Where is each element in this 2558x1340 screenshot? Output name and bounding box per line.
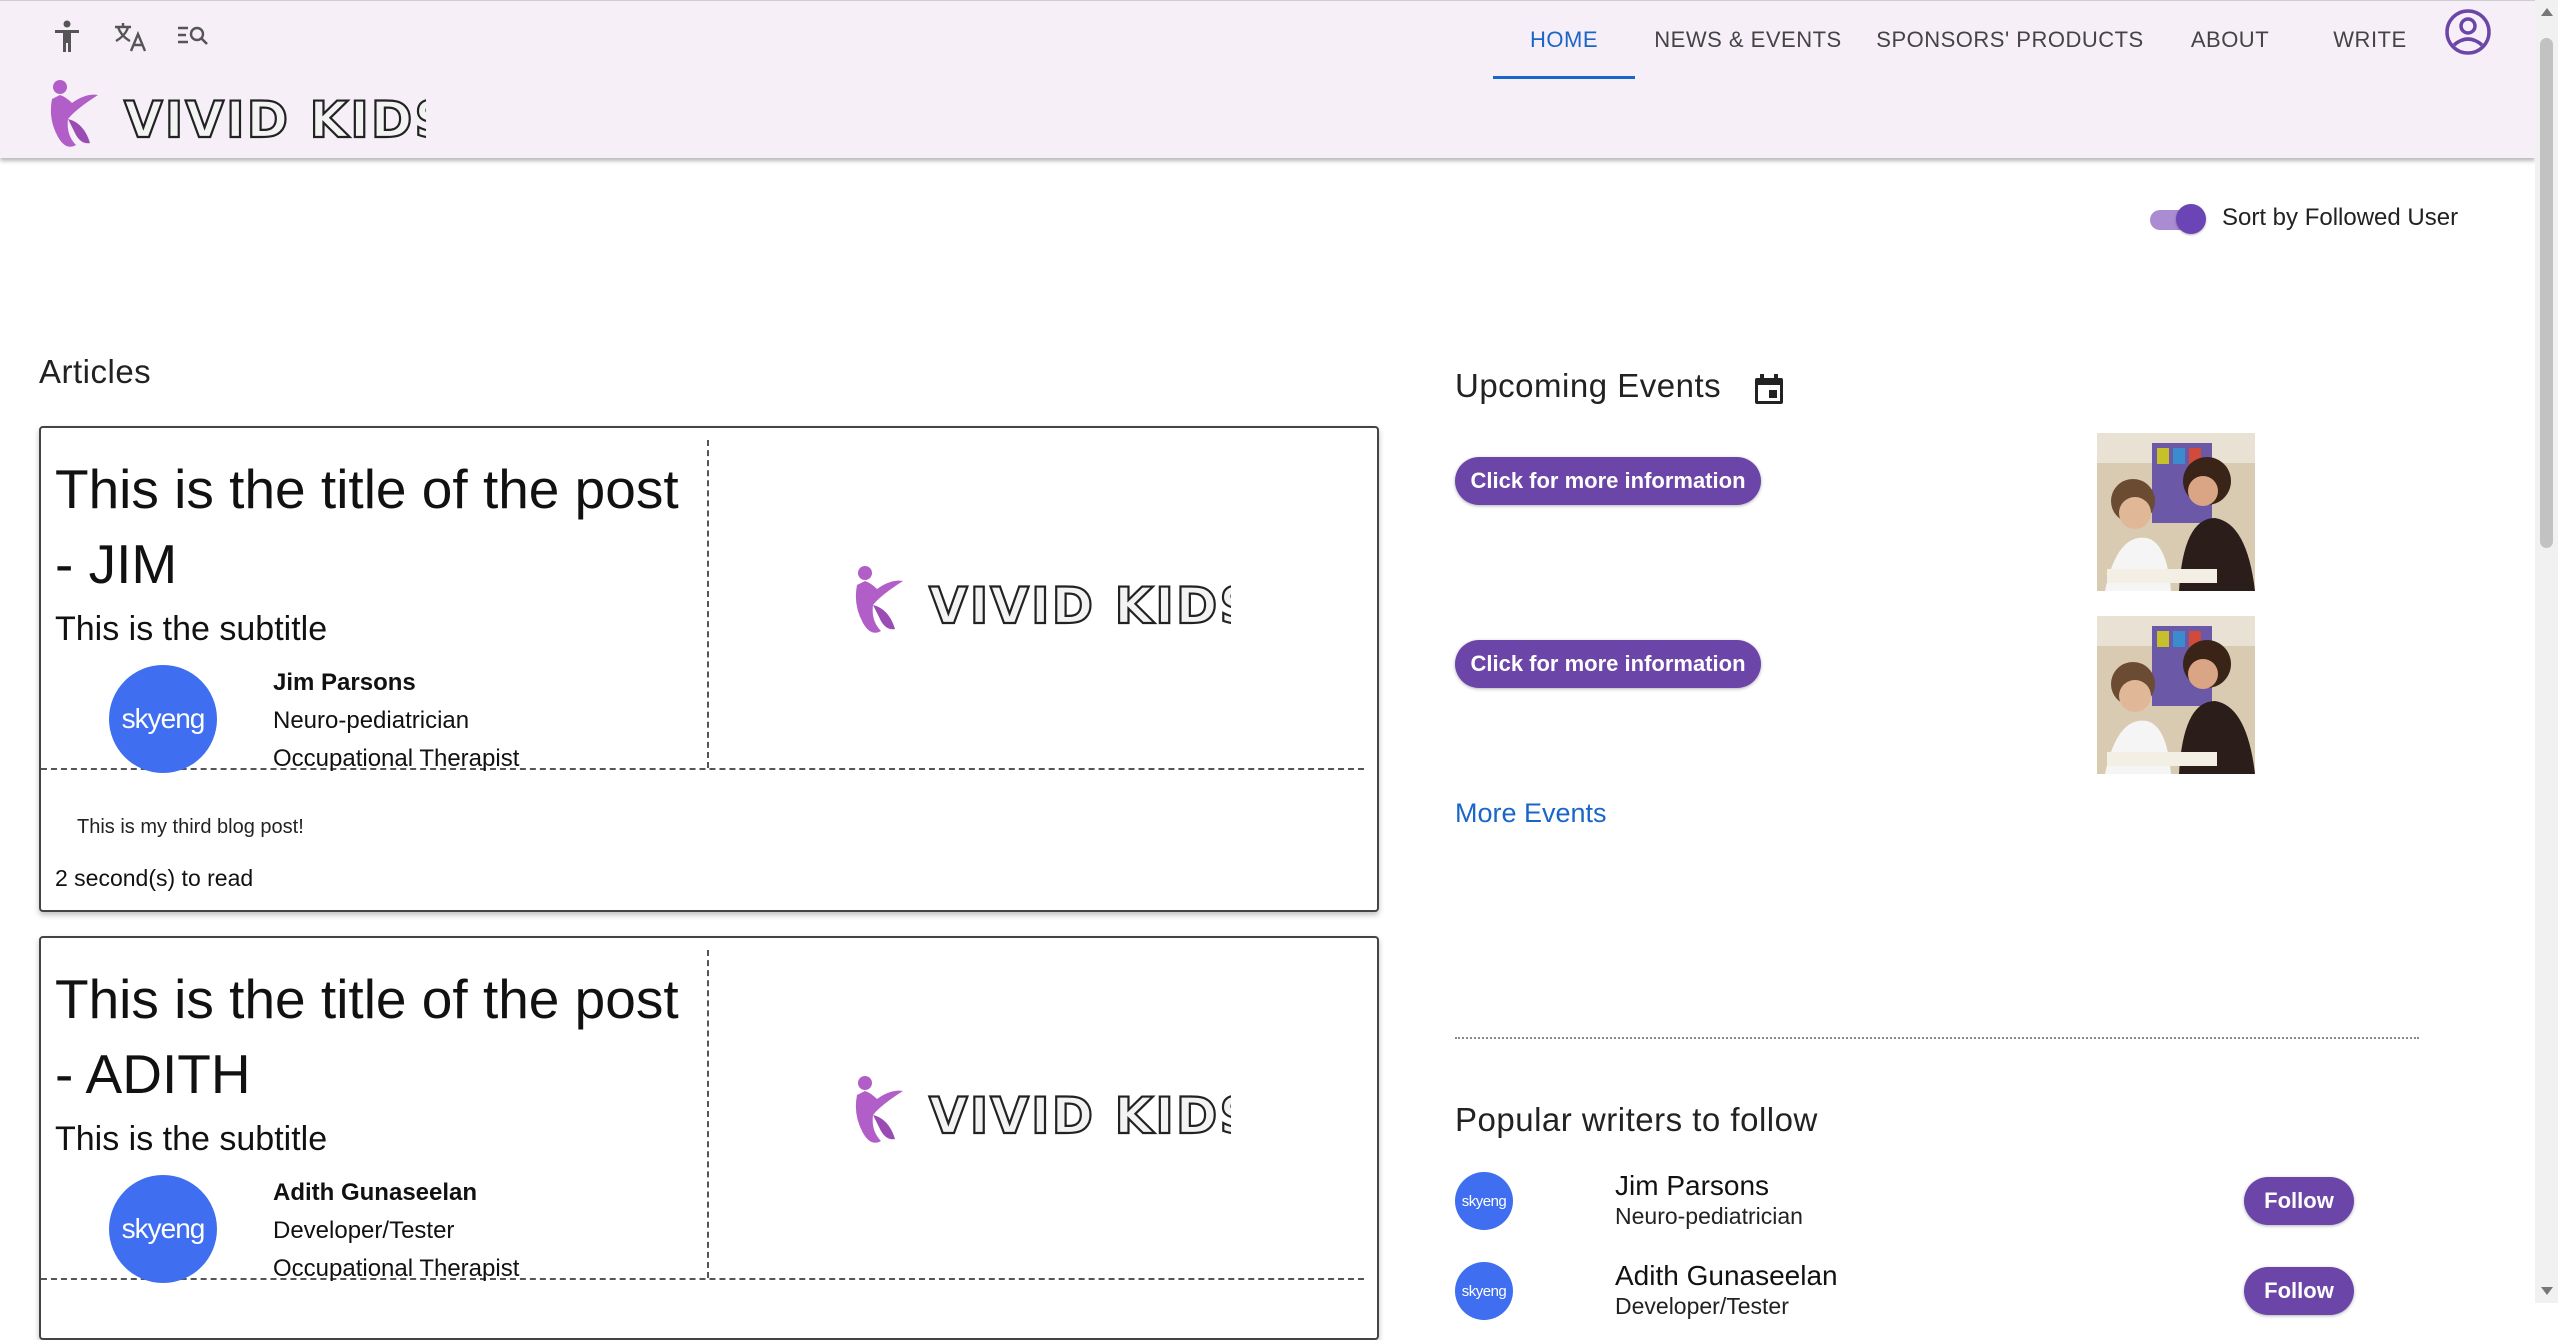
avatar-text: skyeng	[121, 1213, 206, 1244]
nav-active-indicator	[1493, 76, 1635, 79]
article-title[interactable]: This is the title of the post - ADITH	[55, 962, 695, 1112]
more-events-link[interactable]: More Events	[1455, 798, 1607, 829]
author-avatar[interactable]: skyeng	[109, 665, 217, 773]
svg-text:VIVID KIDS: VIVID KIDS	[929, 1087, 1231, 1145]
article-image-logo: VIVID KIDS	[851, 565, 1256, 645]
writer-avatar[interactable]: skyeng	[1455, 1262, 1513, 1320]
accessibility-icon[interactable]	[46, 15, 88, 57]
upcoming-events-heading: Upcoming Events	[1455, 367, 1722, 404]
vivid-kids-logo[interactable]: VIVID KIDS	[46, 79, 451, 159]
article-subtitle: This is the subtitle	[55, 1120, 328, 1158]
writer-name[interactable]: Jim Parsons	[1615, 1170, 1769, 1202]
avatar-text: skyeng	[1461, 1192, 1507, 1210]
writer-role: Developer/Tester	[1615, 1293, 1789, 1319]
svg-text:VIVID KIDS: VIVID KIDS	[929, 577, 1231, 635]
sort-followed-toggle[interactable]	[2148, 203, 2206, 234]
nav-write[interactable]: WRITE	[2320, 1, 2420, 79]
article-card[interactable]: This is the title of the post - ADITH Th…	[39, 936, 1379, 1340]
nav-about[interactable]: ABOUT	[2175, 1, 2285, 79]
author-role: Developer/Tester	[273, 1217, 455, 1244]
nav-news-events[interactable]: NEWS & EVENTS	[1648, 1, 1848, 79]
card-divider	[707, 440, 709, 768]
nav-sponsors-products[interactable]: SPONSORS' PRODUCTS	[1870, 1, 2150, 79]
scroll-down-arrow[interactable]	[2541, 1287, 2553, 1295]
toggle-knob	[2176, 204, 2206, 234]
scroll-thumb[interactable]	[2540, 38, 2553, 548]
avatar-text: skyeng	[121, 703, 206, 734]
article-card-header: This is the title of the post - ADITH Th…	[41, 950, 1364, 1283]
account-circle-icon[interactable]	[2443, 7, 2493, 57]
search-list-icon[interactable]	[172, 15, 214, 57]
event-info-button[interactable]: Click for more information	[1455, 457, 1761, 505]
scroll-up-arrow[interactable]	[2541, 8, 2553, 16]
article-card-header: This is the title of the post - JIM This…	[41, 440, 1364, 773]
section-divider	[1455, 1037, 2419, 1039]
read-time: 2 second(s) to read	[55, 865, 254, 891]
follow-button[interactable]: Follow	[2244, 1267, 2354, 1315]
author-name[interactable]: Adith Gunaseelan	[273, 1179, 477, 1207]
article-subtitle: This is the subtitle	[55, 610, 328, 648]
event-photo[interactable]	[2097, 616, 2255, 774]
translate-icon[interactable]	[110, 15, 152, 57]
author-specialty: Occupational Therapist	[273, 745, 520, 772]
card-divider	[707, 950, 709, 1278]
popular-writers-heading: Popular writers to follow	[1455, 1101, 1818, 1138]
article-image-logo: VIVID KIDS	[851, 1075, 1256, 1155]
avatar-text: skyeng	[1461, 1282, 1507, 1300]
writer-name[interactable]: Adith Gunaseelan	[1615, 1260, 1838, 1292]
calendar-icon	[1752, 372, 1786, 406]
sort-toggle-label: Sort by Followed User	[2222, 204, 2459, 231]
vertical-scrollbar[interactable]	[2535, 0, 2558, 1303]
author-role: Neuro-pediatrician	[273, 707, 470, 734]
article-title[interactable]: This is the title of the post - JIM	[55, 452, 695, 602]
follow-button[interactable]: Follow	[2244, 1177, 2354, 1225]
writer-role: Neuro-pediatrician	[1615, 1203, 1803, 1229]
event-photo[interactable]	[2097, 433, 2255, 591]
app-header: VIVID KIDS HOME NEWS & EVENTS SPONSORS' …	[0, 0, 2535, 158]
author-specialty: Occupational Therapist	[273, 1255, 520, 1282]
author-name[interactable]: Jim Parsons	[273, 669, 416, 697]
writer-avatar[interactable]: skyeng	[1455, 1172, 1513, 1230]
articles-heading: Articles	[39, 353, 152, 390]
kid-logo-mark	[50, 80, 98, 147]
author-avatar[interactable]: skyeng	[109, 1175, 217, 1283]
article-excerpt: This is my third blog post!	[77, 816, 304, 838]
event-info-button[interactable]: Click for more information	[1455, 640, 1761, 688]
nav-home[interactable]: HOME	[1493, 1, 1635, 79]
svg-text:VIVID KIDS: VIVID KIDS	[124, 91, 426, 149]
article-card[interactable]: This is the title of the post - JIM This…	[39, 426, 1379, 912]
